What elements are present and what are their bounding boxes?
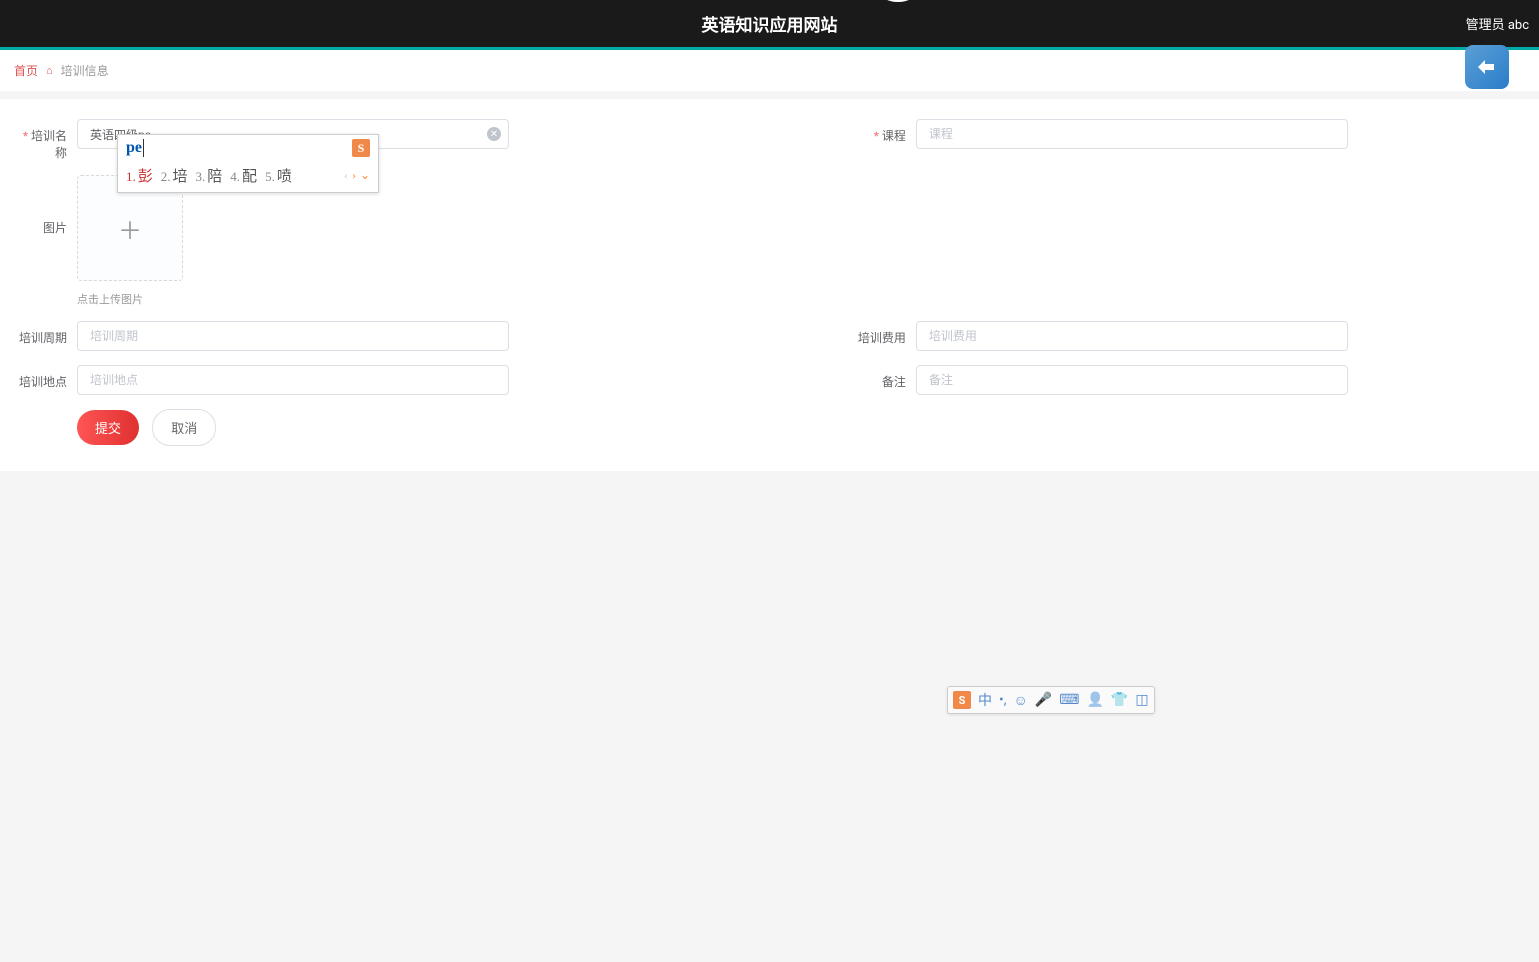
clear-icon[interactable]: ✕ [487, 127, 501, 141]
ime-toolbar-logo-icon[interactable]: S [953, 691, 971, 709]
location-label: 培训地点 [15, 365, 77, 390]
chevron-left-icon[interactable]: ‹ [344, 168, 348, 183]
remark-label: 备注 [854, 365, 916, 390]
plus-icon: ＋ [118, 211, 142, 246]
fee-label: 培训费用 [854, 321, 916, 346]
ime-emoji-icon[interactable]: ☺ [1013, 692, 1027, 709]
ime-typed-text: pe [126, 139, 144, 157]
ime-toolbox-icon[interactable]: ◫ [1135, 692, 1148, 708]
chevron-down-icon[interactable]: ⌄ [360, 168, 370, 183]
ime-mic-icon[interactable]: 🎤 [1035, 692, 1052, 708]
breadcrumb: 首页 ⌂ 培训信息 [0, 50, 1539, 91]
ime-candidate-list: 1.彭 2.培 3.陪 4.配 5.喷 ‹ › ⌄ [118, 161, 378, 192]
ime-candidate-2[interactable]: 2.培 [161, 165, 188, 186]
ime-candidate-popup: pe S 1.彭 2.培 3.陪 4.配 5.喷 ‹ › ⌄ [117, 134, 379, 193]
fee-input[interactable] [916, 321, 1348, 351]
upload-hint: 点击上传图片 [77, 291, 183, 307]
remark-input[interactable] [916, 365, 1348, 395]
breadcrumb-current: 培训信息 [61, 62, 109, 79]
ime-toolbar[interactable]: S 中 •, ☺ 🎤 ⌨ 👤 👕 ◫ [947, 686, 1155, 714]
cycle-label: 培训周期 [15, 321, 77, 346]
ime-candidate-5[interactable]: 5.喷 [265, 165, 292, 186]
course-label: 课程 [854, 119, 916, 144]
ime-skin-icon[interactable]: 👕 [1111, 692, 1128, 708]
admin-label[interactable]: 管理员 abc [1466, 14, 1529, 33]
ime-lang-icon[interactable]: 中 [978, 690, 992, 710]
image-label: 图片 [15, 175, 77, 236]
cancel-button[interactable]: 取消 [152, 409, 216, 446]
training-name-label: 培训名称 [15, 119, 77, 161]
course-input[interactable] [916, 119, 1348, 149]
chevron-right-icon[interactable]: › [352, 168, 356, 183]
home-icon: ⌂ [46, 64, 53, 77]
ime-keyboard-icon[interactable]: ⌨ [1059, 692, 1079, 708]
ime-candidate-3[interactable]: 3.陪 [196, 165, 223, 186]
app-title: 英语知识应用网站 [702, 11, 838, 36]
ime-candidate-4[interactable]: 4.配 [230, 165, 257, 186]
location-input[interactable] [77, 365, 509, 395]
app-header: 英语知识应用网站 管理员 abc [0, 0, 1539, 50]
app-logo-icon[interactable] [1465, 45, 1509, 89]
breadcrumb-home-link[interactable]: 首页 [14, 62, 38, 79]
ime-punct-icon[interactable]: •, [999, 692, 1006, 708]
ime-logo-icon: S [352, 139, 370, 157]
header-decoration-icon [880, 0, 916, 2]
ime-candidate-1[interactable]: 1.彭 [126, 165, 153, 186]
submit-button[interactable]: 提交 [77, 410, 139, 445]
ime-user-icon[interactable]: 👤 [1086, 692, 1103, 708]
cycle-input[interactable] [77, 321, 509, 351]
